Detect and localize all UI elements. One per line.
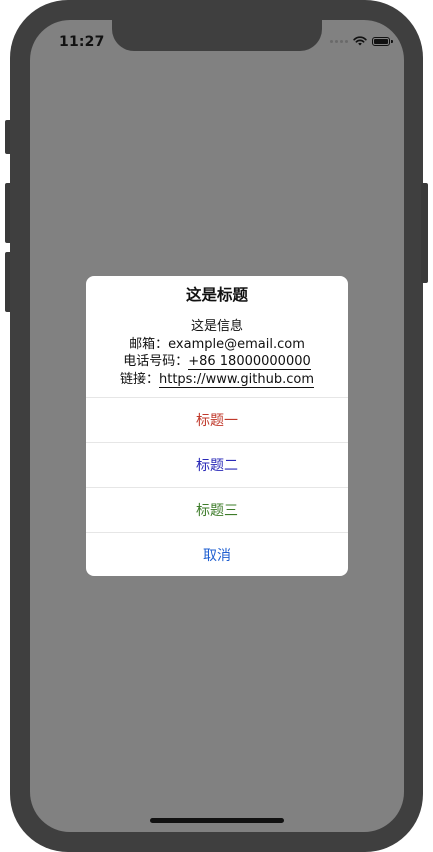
email-label: 邮箱： <box>129 336 169 352</box>
phone-line: 电话号码：+86 18000000000 <box>86 353 348 371</box>
url-label: 链接： <box>119 371 159 387</box>
status-time: 11:27 <box>59 34 105 50</box>
url-line: 链接：https://www.github.com <box>86 371 348 389</box>
cancel-button[interactable]: 取消 <box>86 532 348 576</box>
phone-link[interactable]: +86 18000000000 <box>188 354 311 370</box>
action-label: 标题三 <box>196 503 238 519</box>
message-text: 这是信息 <box>190 319 243 334</box>
action-button-3[interactable]: 标题三 <box>86 487 348 532</box>
url-link[interactable]: https://www.github.com <box>158 371 315 388</box>
action-label: 标题一 <box>196 413 238 429</box>
screen: 11:27 这是标题 这是信息 邮箱：example@email.com 电话号… <box>30 20 404 832</box>
action-label: 标题二 <box>196 458 238 474</box>
email-line: 邮箱：example@email.com <box>86 336 348 354</box>
action-button-1[interactable]: 标题一 <box>86 397 348 442</box>
notch <box>112 20 322 51</box>
action-label: 取消 <box>203 548 231 564</box>
alert-actions: 标题一 标题二 标题三 取消 <box>86 397 348 576</box>
power-button <box>421 183 428 283</box>
alert-dialog: 这是标题 这是信息 邮箱：example@email.com 电话号码：+86 … <box>86 276 348 576</box>
status-icons <box>330 36 393 46</box>
alert-message: 这是信息 邮箱：example@email.com 电话号码：+86 18000… <box>86 318 348 388</box>
signal-dots-icon <box>330 39 348 43</box>
battery-icon <box>372 36 393 46</box>
phone-label: 电话号码： <box>123 354 189 369</box>
alert-title: 这是标题 <box>185 286 248 304</box>
wifi-icon <box>353 36 367 46</box>
action-button-2[interactable]: 标题二 <box>86 442 348 487</box>
email-link[interactable]: example@email.com <box>168 337 305 352</box>
home-indicator <box>150 818 284 823</box>
